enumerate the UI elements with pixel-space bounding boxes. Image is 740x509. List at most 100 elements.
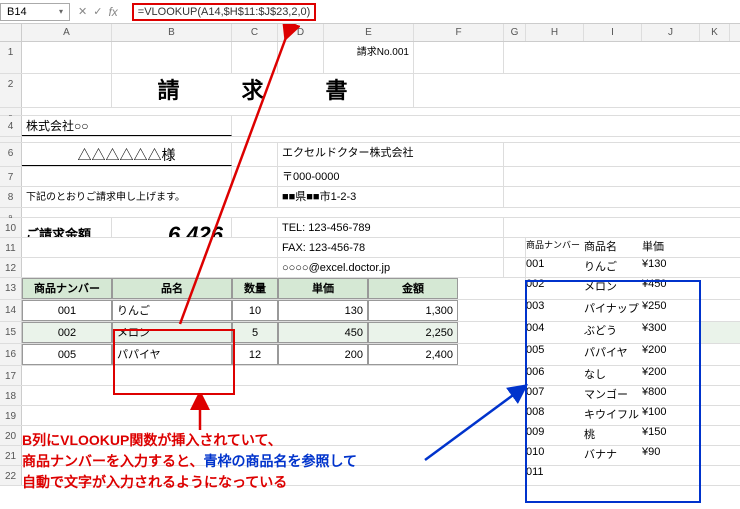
lookup-cell[interactable]: 010 (526, 446, 584, 465)
row-label[interactable]: 6 (0, 143, 22, 166)
lookup-cell[interactable]: ¥150 (642, 426, 700, 445)
lookup-cell[interactable]: 009 (526, 426, 584, 445)
row-label[interactable]: 21 (0, 446, 22, 465)
row-label[interactable]: 19 (0, 406, 22, 425)
lookup-cell[interactable]: ¥250 (642, 300, 700, 321)
invoice-cell[interactable]: 005 (22, 344, 112, 365)
lookup-cell[interactable]: ぶどう (584, 322, 642, 343)
invoice-header[interactable]: 単価 (278, 278, 368, 299)
cell[interactable] (22, 167, 232, 186)
lookup-cell[interactable]: 005 (526, 344, 584, 365)
lookup-cell[interactable]: パイナップ (584, 300, 642, 321)
spreadsheet-grid[interactable]: 1 請求No.001 2 請 求 書 3 4 株式会社○○ 5 6 △△△△△△… (0, 42, 740, 486)
request-no[interactable]: 請求No.001 (324, 42, 414, 73)
name-box[interactable]: B14 ▾ (0, 3, 70, 21)
invoice-cell[interactable]: 2,250 (368, 322, 458, 343)
row-label[interactable]: 17 (0, 366, 22, 385)
lookup-cell[interactable]: 003 (526, 300, 584, 321)
lookup-cell[interactable]: ¥300 (642, 322, 700, 343)
cell[interactable] (112, 42, 232, 73)
lookup-cell[interactable]: 002 (526, 278, 584, 299)
lookup-cell[interactable]: キウイフル (584, 406, 642, 425)
row-label[interactable]: 9 (0, 208, 22, 217)
col-header[interactable]: E (324, 24, 414, 41)
cell[interactable] (458, 278, 526, 299)
name-box-dropdown-icon[interactable]: ▾ (59, 7, 63, 16)
invoice-cell[interactable]: 130 (278, 300, 368, 321)
amount-value[interactable]: 6,426 (112, 218, 232, 237)
lookup-cell[interactable]: 001 (526, 258, 584, 277)
invoice-cell[interactable]: 5 (232, 322, 278, 343)
lookup-cell[interactable]: 004 (526, 322, 584, 343)
cancel-icon[interactable]: ✕ (78, 5, 87, 18)
lookup-cell[interactable] (642, 466, 700, 485)
vendor-tel[interactable]: TEL: 123-456-789 (278, 218, 504, 237)
lookup-cell[interactable]: 006 (526, 366, 584, 385)
col-header[interactable]: H (526, 24, 584, 41)
invoice-cell[interactable]: 1,300 (368, 300, 458, 321)
lookup-cell[interactable]: 008 (526, 406, 584, 425)
col-header[interactable]: I (584, 24, 642, 41)
note[interactable]: 下記のとおりご請求申し上げます。 (22, 187, 278, 207)
cell[interactable] (22, 238, 278, 257)
row-label[interactable]: 11 (0, 238, 22, 257)
col-header[interactable]: J (642, 24, 700, 41)
col-header[interactable]: G (504, 24, 526, 41)
invoice-cell[interactable]: 12 (232, 344, 278, 365)
lookup-header[interactable]: 商品ナンバー (526, 238, 584, 257)
fx-icon[interactable]: fx (108, 5, 117, 19)
lookup-cell[interactable]: 011 (526, 466, 584, 485)
lookup-cell[interactable]: ¥90 (642, 446, 700, 465)
vendor-email[interactable]: ○○○○@excel.doctor.jp (278, 258, 504, 277)
customer-name[interactable]: △△△△△△様 (22, 143, 232, 166)
invoice-cell[interactable]: 001 (22, 300, 112, 321)
lookup-cell[interactable] (584, 466, 642, 485)
col-header[interactable]: B (112, 24, 232, 41)
lookup-cell[interactable]: マンゴー (584, 386, 642, 405)
vendor-addr[interactable]: ■■県■■市1-2-3 (278, 187, 504, 207)
col-header[interactable]: K (700, 24, 730, 41)
row-label[interactable]: 16 (0, 344, 22, 365)
invoice-cell[interactable]: 002 (22, 322, 112, 343)
lookup-cell[interactable]: 007 (526, 386, 584, 405)
vendor-postal[interactable]: 〒000-0000 (278, 167, 504, 186)
cell[interactable] (458, 300, 526, 321)
vendor-name[interactable]: エクセルドクター株式会社 (278, 143, 504, 166)
lookup-cell[interactable]: バナナ (584, 446, 642, 465)
lookup-cell[interactable]: ¥130 (642, 258, 700, 277)
invoice-cell[interactable]: りんご (112, 300, 232, 321)
lookup-cell[interactable]: りんご (584, 258, 642, 277)
lookup-cell[interactable]: メロン (584, 278, 642, 299)
amount-label[interactable]: ご請求金額 (22, 218, 112, 237)
lookup-header[interactable]: 商品名 (584, 238, 642, 257)
cell[interactable] (22, 406, 526, 425)
vendor-fax[interactable]: FAX: 123-456-78 (278, 238, 504, 257)
lookup-cell[interactable]: ¥200 (642, 366, 700, 385)
cell[interactable] (504, 238, 526, 257)
formula-input[interactable]: =VLOOKUP(A14,$H$11:$J$23,2,0) (126, 1, 740, 23)
invoice-header[interactable]: 金額 (368, 278, 458, 299)
row-label[interactable]: 5 (0, 137, 22, 142)
row-label[interactable]: 1 (0, 42, 22, 73)
row-label[interactable]: 22 (0, 466, 22, 485)
row-label[interactable]: 8 (0, 187, 22, 207)
row-label[interactable]: 18 (0, 386, 22, 405)
invoice-cell[interactable]: 2,400 (368, 344, 458, 365)
row-label[interactable]: 2 (0, 74, 22, 107)
lookup-cell[interactable]: ¥450 (642, 278, 700, 299)
cell[interactable] (22, 366, 526, 385)
cell[interactable] (458, 322, 526, 343)
row-label[interactable]: 12 (0, 258, 22, 277)
row-label[interactable]: 20 (0, 426, 22, 445)
cell[interactable] (232, 143, 278, 166)
row-label[interactable]: 13 (0, 278, 22, 299)
col-header[interactable]: A (22, 24, 112, 41)
cell[interactable] (22, 258, 278, 277)
lookup-cell[interactable]: パパイヤ (584, 344, 642, 365)
invoice-header[interactable]: 数量 (232, 278, 278, 299)
lookup-cell[interactable]: 桃 (584, 426, 642, 445)
row-label[interactable]: 4 (0, 116, 22, 136)
row-label[interactable]: 3 (0, 108, 22, 115)
col-header[interactable]: F (414, 24, 504, 41)
row-label[interactable]: 15 (0, 322, 22, 343)
